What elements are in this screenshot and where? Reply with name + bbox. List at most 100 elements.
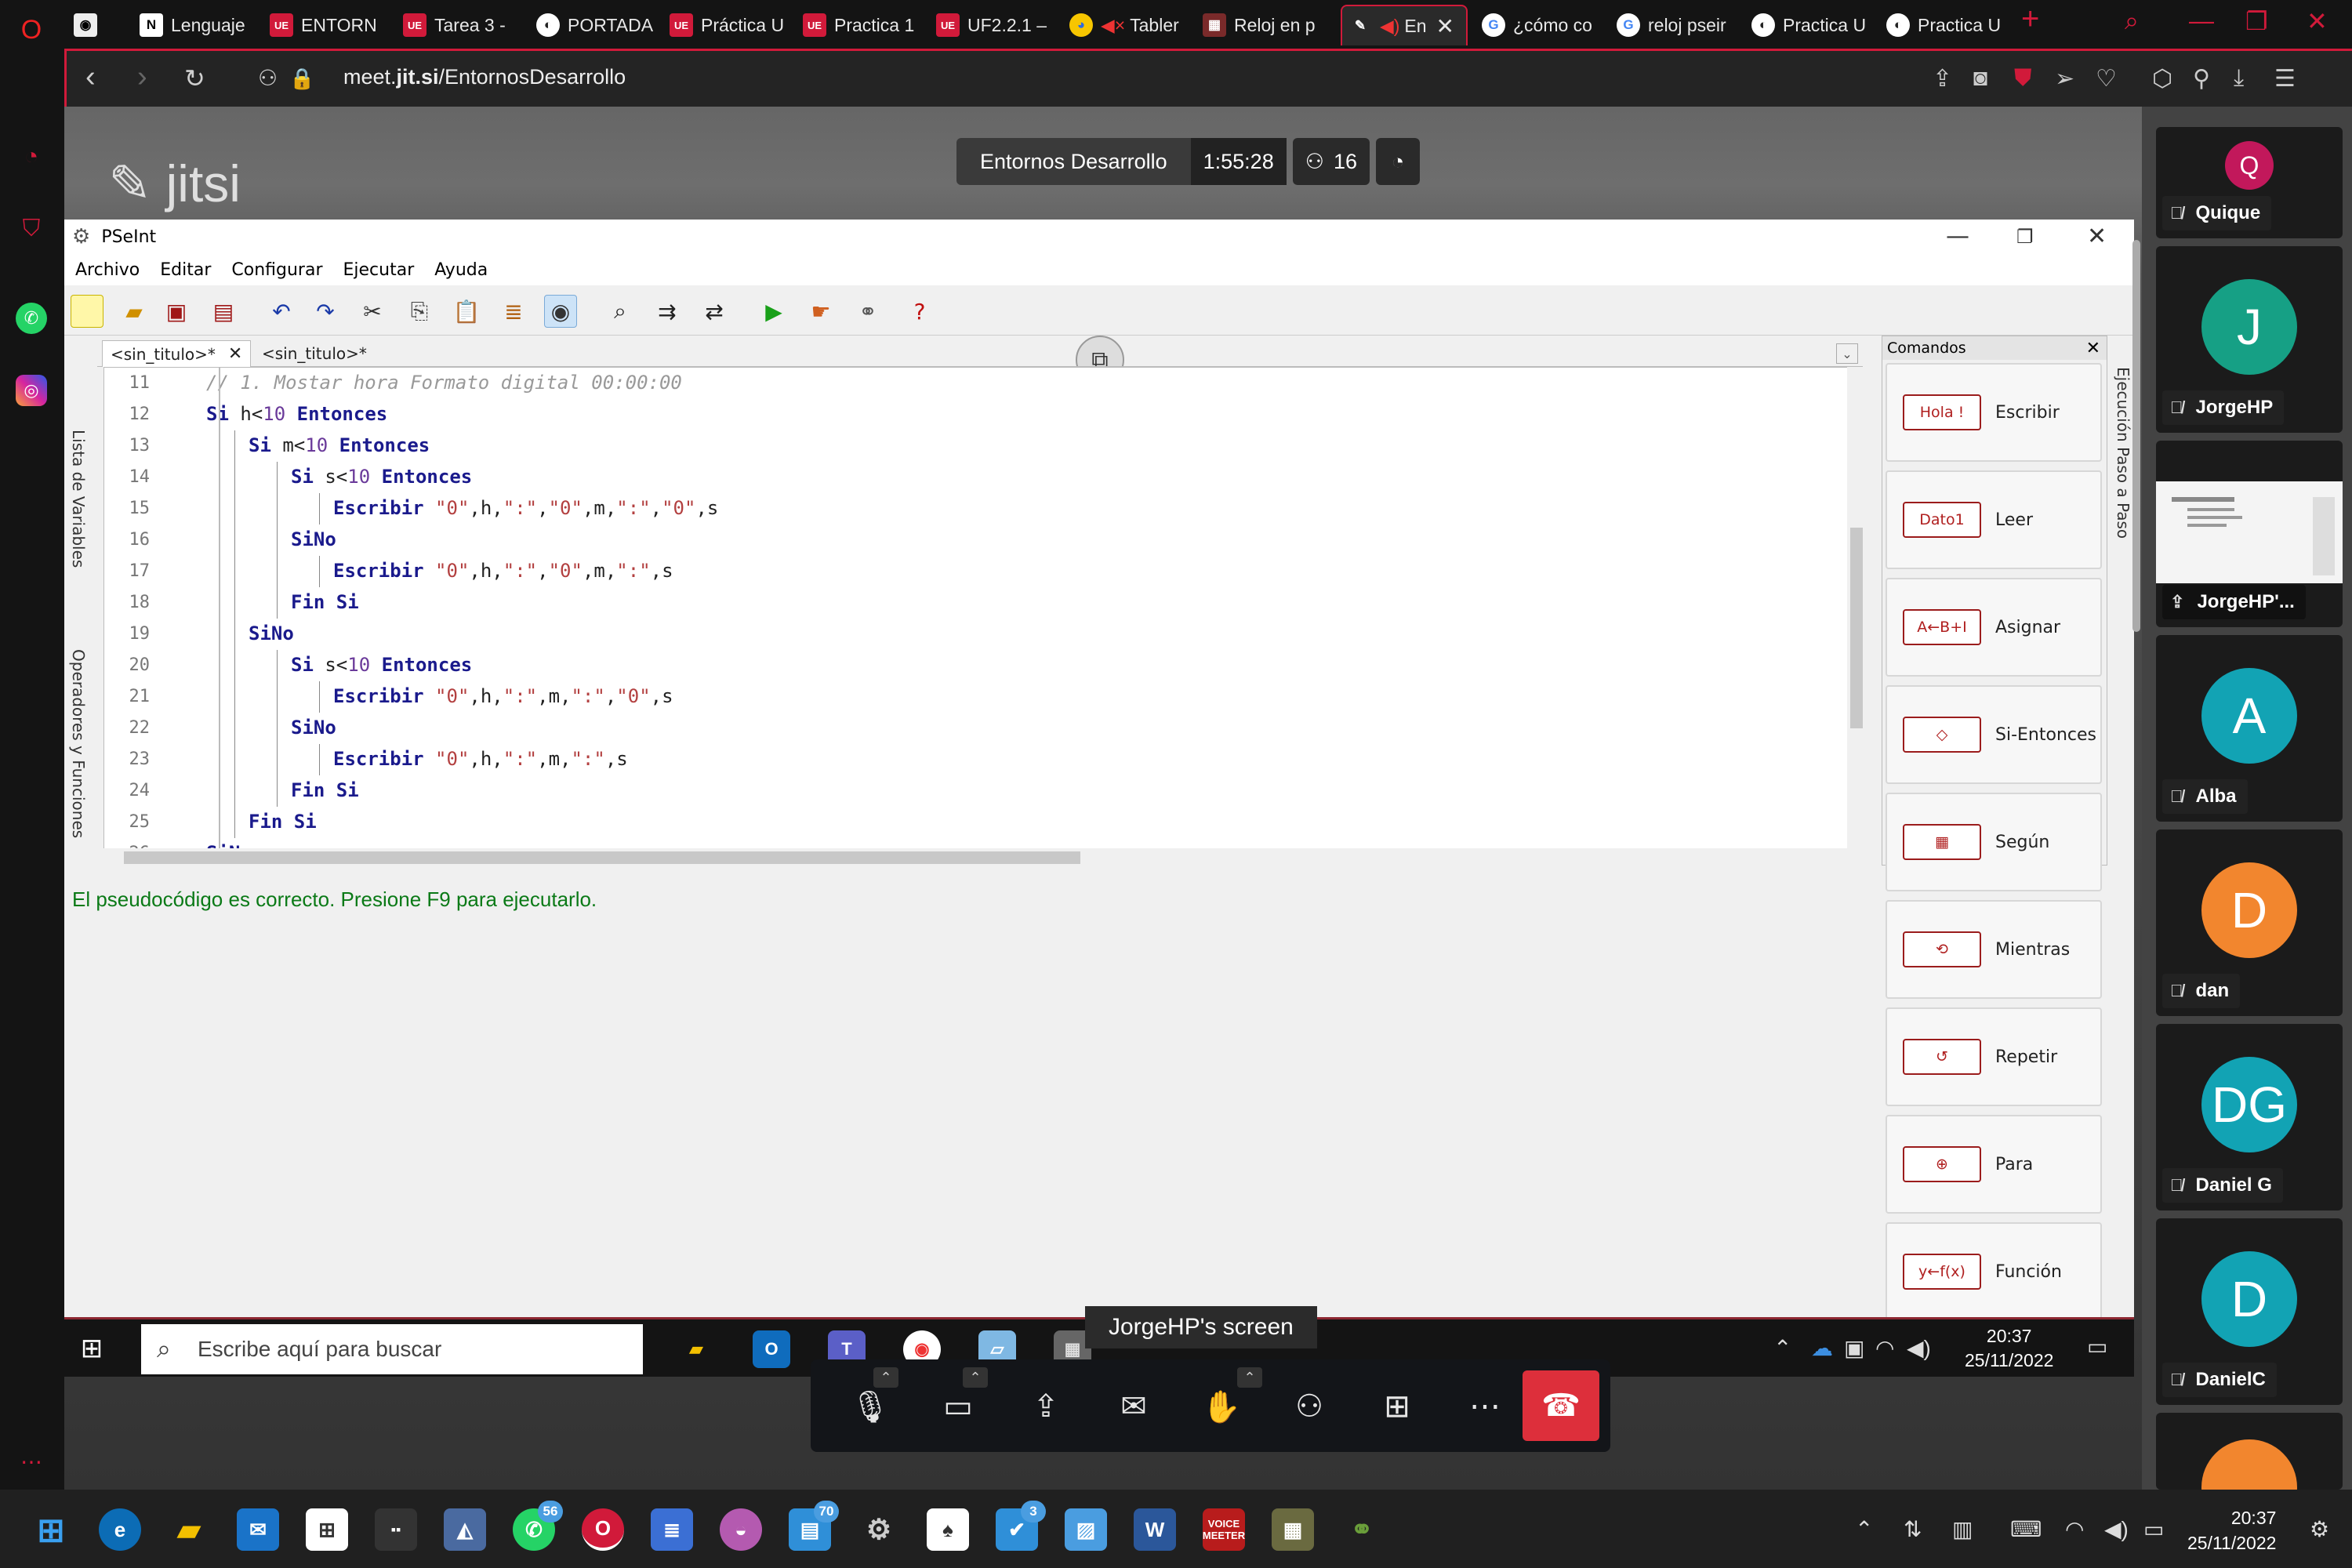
participant-tile[interactable]: J 🎙̸ JorgeHP: [2156, 246, 2343, 433]
flowchart-app-icon[interactable]: ⚭: [1341, 1508, 1383, 1551]
opera-taskbar-icon[interactable]: O: [582, 1508, 624, 1551]
chat-app-icon[interactable]: ▤ 70: [789, 1501, 839, 1551]
flowchart-icon[interactable]: ⚭: [851, 295, 884, 328]
forward-icon[interactable]: ›: [137, 60, 147, 94]
code-line[interactable]: 19 SiNo: [104, 619, 1798, 650]
participants-icon[interactable]: ⚇: [1279, 1377, 1339, 1436]
vertical-scroll-thumb[interactable]: [1850, 528, 1863, 728]
minimize-icon[interactable]: —: [2189, 6, 2214, 35]
browser-tab[interactable]: ▦ Reloj en p: [1196, 8, 1328, 42]
command-button[interactable]: ⊕ Para: [1886, 1115, 2102, 1214]
operators-panel-tab[interactable]: Operadores y Funciones: [69, 649, 88, 838]
vpn-icon[interactable]: ⚇: [258, 65, 278, 91]
help-icon[interactable]: ?: [903, 295, 936, 328]
restore-icon[interactable]: ❐: [2016, 226, 2034, 248]
code-line[interactable]: 16 SiNo: [104, 524, 1798, 556]
mixer-icon[interactable]: ⇅: [1904, 1516, 1922, 1542]
pseint-icon[interactable]: ▦: [1272, 1508, 1314, 1551]
editor-horizontal-scrollbar[interactable]: [103, 848, 1866, 867]
tray-chevron-icon[interactable]: ⌃: [1773, 1335, 1791, 1361]
variables-panel-tab[interactable]: Lista de Variables: [69, 430, 88, 568]
mail-icon[interactable]: ✉: [237, 1508, 279, 1551]
camera-icon[interactable]: ◙: [1973, 65, 1987, 92]
browser-tab[interactable]: ◐ Practica U: [1745, 8, 1878, 42]
menu-archivo[interactable]: Archivo: [75, 260, 140, 280]
file-explorer-icon[interactable]: ▰: [677, 1330, 715, 1368]
image-viewer-icon[interactable]: ▨: [1065, 1508, 1107, 1551]
audio-settings-caret[interactable]: ⌃: [873, 1367, 898, 1388]
horizontal-scroll-thumb[interactable]: [124, 851, 1080, 864]
step-by-step-icon[interactable]: ☛: [804, 295, 837, 328]
remote-search-box[interactable]: ⌕ Escribe aquí para buscar: [141, 1324, 643, 1374]
code-line[interactable]: 11 // 1. Mostar hora Formato digital 00:0…: [104, 368, 1798, 398]
browser-tab[interactable]: G ¿cómo co: [1475, 8, 1609, 42]
tray-chevron-icon[interactable]: ⌃: [1855, 1516, 1873, 1542]
settings-icon[interactable]: ⚙: [858, 1508, 900, 1551]
code-line[interactable]: 17 Escribir "0",h,":","0",m,":",s: [104, 556, 1798, 587]
filmstrip-scrollbar[interactable]: [2132, 240, 2140, 632]
code-line[interactable]: 22 SiNo: [104, 713, 1798, 744]
step-by-step-panel-tab[interactable]: Ejecución Paso a Paso: [2114, 367, 2132, 539]
code-line[interactable]: 23 Escribir "0",h,":",m,":",s: [104, 744, 1798, 775]
participant-tile[interactable]: DG 🎙̸ Daniel G: [2156, 1024, 2343, 1210]
participant-tile[interactable]: D 🎙̸ dan: [2156, 829, 2343, 1016]
more-icon[interactable]: ⋯: [13, 1443, 50, 1480]
file-explorer-icon[interactable]: ▰: [168, 1508, 210, 1551]
search-icon[interactable]: ⌕: [604, 295, 637, 328]
eclipse-icon[interactable]: ◒: [720, 1508, 762, 1551]
volume-icon[interactable]: ◀): [1907, 1335, 1931, 1361]
paste-icon[interactable]: 📋: [450, 295, 483, 328]
code-editor[interactable]: 11 // 1. Mostar hora Formato digital 00:0…: [103, 367, 1850, 859]
windows-start-icon[interactable]: ⊞: [72, 1329, 111, 1368]
reactions-caret[interactable]: ⌃: [1237, 1367, 1262, 1388]
browser-tab[interactable]: ◕ ◀× Tabler: [1063, 8, 1195, 42]
editor-vertical-scrollbar[interactable]: [1847, 367, 1866, 848]
find-next-icon[interactable]: ⇉: [651, 295, 684, 328]
lock-icon[interactable]: 🔒: [289, 67, 314, 91]
save-as-icon[interactable]: ▤: [207, 295, 240, 328]
remote-clock[interactable]: 20:37 25/11/2022: [1965, 1324, 2053, 1373]
menu-ayuda[interactable]: Ayuda: [434, 260, 488, 280]
browser-tab[interactable]: N Lenguaje: [133, 8, 265, 42]
solitaire-icon[interactable]: ♠: [927, 1508, 969, 1551]
run-icon[interactable]: ▶: [757, 295, 790, 328]
photos-icon[interactable]: ◭: [444, 1508, 486, 1551]
mute-icon[interactable]: ◀×: [1101, 15, 1125, 36]
url-field[interactable]: meet.jit.si/EntornosDesarrollo: [343, 65, 626, 89]
wifi-icon[interactable]: ◠: [2065, 1516, 2084, 1542]
participant-count-button[interactable]: ⚇ 16: [1292, 138, 1370, 185]
heart-icon[interactable]: ♡: [2096, 65, 2117, 93]
notepad-icon[interactable]: ≣: [651, 1508, 693, 1551]
edge-icon[interactable]: e: [99, 1508, 141, 1551]
send-icon[interactable]: ➢: [2055, 65, 2074, 93]
doc-tab[interactable]: <sin_titulo>*: [254, 340, 375, 367]
close-panel-icon[interactable]: ✕: [2086, 339, 2100, 358]
download-icon[interactable]: ⤓: [2234, 65, 2244, 92]
participant-tile[interactable]: Q 🎙̸ Quique: [2156, 127, 2343, 238]
onedrive-icon[interactable]: ☁: [1811, 1335, 1833, 1361]
close-window-icon[interactable]: ✕: [2307, 6, 2328, 36]
doc-tab-active[interactable]: <sin_titulo>* ✕: [102, 340, 252, 367]
voicemeeter-icon[interactable]: VOICE MEETER: [1203, 1508, 1245, 1551]
close-doc-icon[interactable]: ✕: [228, 344, 242, 364]
adblock-icon[interactable]: ⛊: [2014, 65, 2032, 92]
browser-tab[interactable]: ◐ Practica U: [1880, 8, 2013, 42]
menu-editar[interactable]: Editar: [160, 260, 211, 280]
share-icon[interactable]: ⇪: [1933, 65, 1952, 93]
browser-tab[interactable]: UE ENTORN: [263, 8, 395, 42]
easy-setup-icon[interactable]: ☰: [2274, 65, 2296, 93]
browser-tab[interactable]: UE Práctica U: [663, 8, 795, 42]
instagram-icon[interactable]: ◎: [16, 375, 47, 406]
browser-tab[interactable]: UE Tarea 3 -: [397, 8, 528, 42]
command-button[interactable]: ▦ Según: [1886, 793, 2102, 891]
command-button[interactable]: ⟲ Mientras: [1886, 900, 2102, 999]
participant-tile[interactable]: [2156, 1413, 2343, 1490]
store-icon[interactable]: ⊞: [306, 1508, 348, 1551]
windows-start-icon[interactable]: ⊞: [30, 1508, 72, 1551]
code-line[interactable]: 18 Fin Si: [104, 587, 1798, 619]
notifications-icon[interactable]: ▭: [2087, 1334, 2107, 1359]
browser-tab-active[interactable]: ✎ ◀) En ✕: [1341, 5, 1468, 45]
battery-icon[interactable]: ▭: [2143, 1516, 2164, 1542]
command-button[interactable]: A←B+I Asignar: [1886, 578, 2102, 677]
redo-icon[interactable]: ↷: [309, 295, 342, 328]
